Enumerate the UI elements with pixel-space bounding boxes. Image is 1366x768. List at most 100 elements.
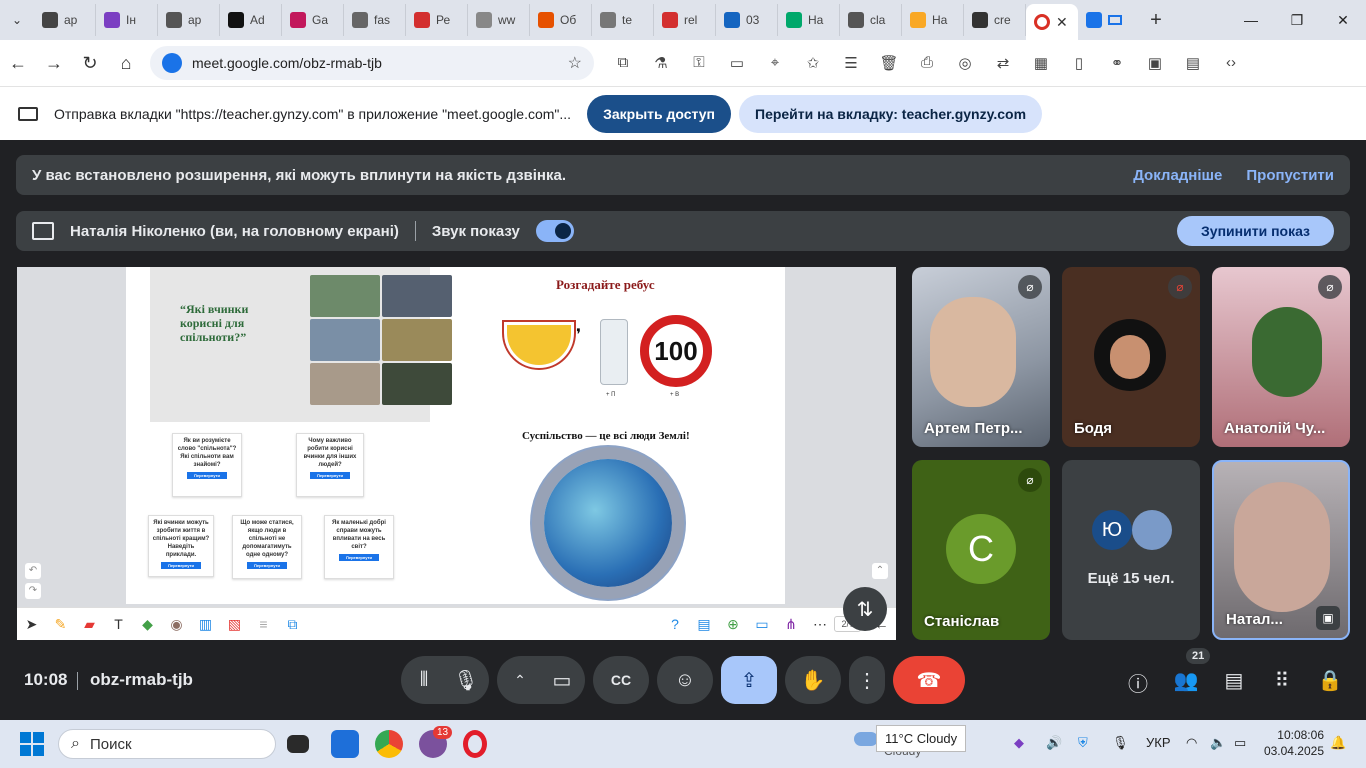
trash-icon[interactable]: 🗑 (870, 54, 908, 72)
participant-tile[interactable]: ⌀ Бодя (1062, 267, 1200, 447)
camera-options-button[interactable]: ⌃ (497, 656, 543, 704)
stop-presenting-button[interactable]: Зупинити показ (1177, 216, 1334, 246)
stamp-tool-icon[interactable]: ◉ (162, 616, 191, 633)
copilot-icon[interactable]: ◆ (1014, 735, 1024, 751)
shapes-tool-icon[interactable]: ◆ (133, 616, 162, 633)
add-page-icon[interactable]: ⊕ (718, 616, 747, 633)
maximize-button[interactable]: ❐ (1274, 0, 1320, 40)
leave-call-button[interactable]: ☎ (893, 656, 965, 704)
text-tool-icon[interactable]: T (104, 616, 133, 632)
browser-tab[interactable]: Ре (406, 4, 468, 36)
participant-tile[interactable]: ⌀ Артем Петр... (912, 267, 1050, 447)
share-icon[interactable]: ⋔ (776, 616, 805, 633)
tab-search-dropdown[interactable]: ⌄ (0, 0, 34, 40)
meeting-info-icon[interactable]: ⓘ (1124, 668, 1152, 697)
redo-icon[interactable]: ↷ (25, 583, 41, 599)
flip-button[interactable]: Перевернути (187, 472, 227, 479)
speaker-icon[interactable]: 🔈 (1210, 735, 1226, 751)
browser-tab[interactable]: Об (530, 4, 592, 36)
browser-tab[interactable]: На (778, 4, 840, 36)
location-icon[interactable]: ⌖ (756, 54, 794, 72)
stop-access-button[interactable]: Закрыть доступ (587, 94, 731, 133)
audio-levels-button[interactable]: ⦀ (401, 656, 447, 704)
screen-icon[interactable]: ⧉ (278, 616, 307, 633)
more-options-button[interactable]: ⋮ (849, 656, 885, 704)
browser-tab[interactable]: fas (344, 4, 406, 36)
browser-tab[interactable]: Ad (220, 4, 282, 36)
library-icon[interactable]: ▤ (689, 616, 718, 633)
pointer-tool-icon[interactable]: ➤ (17, 616, 46, 633)
more-icon[interactable]: ⋯ (805, 616, 834, 633)
camera-button[interactable]: ▭ (539, 656, 585, 704)
favorites-icon[interactable]: ✩ (794, 54, 832, 72)
system-clock[interactable]: 10:08:06 03.04.2025 (1264, 727, 1324, 759)
browser-tab[interactable]: ww (468, 4, 530, 36)
present-screen-button[interactable]: ⇪ (721, 656, 777, 704)
browser-tab[interactable]: te (592, 4, 654, 36)
language-indicator[interactable]: УКР (1146, 735, 1171, 750)
flip-card[interactable]: Що може статися, якщо люди в спільноті н… (232, 515, 302, 579)
host-controls-icon[interactable]: 🔒 (1316, 668, 1344, 693)
start-button[interactable] (20, 732, 44, 756)
reactions-button[interactable]: ☺ (657, 656, 713, 704)
defender-icon[interactable]: ⛨ (1078, 735, 1088, 751)
translate-icon[interactable]: ⇄ (984, 54, 1022, 72)
close-tab-icon[interactable]: ✕ (1056, 14, 1068, 31)
activities-icon[interactable]: ⠿ (1268, 668, 1296, 693)
browser-tab[interactable]: На (902, 4, 964, 36)
store-icon[interactable] (331, 730, 359, 758)
browser-tab[interactable]: Ін (96, 4, 158, 36)
learn-more-link[interactable]: Докладніше (1133, 167, 1222, 184)
print-icon[interactable]: ⎙ (908, 54, 946, 72)
more-participants-tile[interactable]: Ю Ещё 15 чел. (1062, 460, 1200, 640)
new-tab-button[interactable]: + (1138, 9, 1174, 32)
home-button[interactable]: ⌂ (108, 53, 144, 74)
swap-layout-button[interactable]: ⇅ (843, 587, 887, 631)
folder-icon[interactable]: ▭ (747, 616, 776, 633)
flip-button[interactable]: Перевернути (339, 554, 379, 561)
reload-button[interactable]: ↻ (72, 53, 108, 74)
bookmark-star-icon[interactable]: ☆ (568, 53, 582, 73)
key-icon[interactable]: ⚿ (680, 54, 718, 72)
undo-icon[interactable]: ↶ (25, 563, 41, 579)
tab-gynzy[interactable] (1078, 4, 1138, 36)
share-audio-toggle[interactable] (535, 220, 574, 242)
tools-icon[interactable]: ▥ (191, 616, 220, 633)
skip-link[interactable]: Пропустити (1246, 167, 1334, 184)
help-icon[interactable]: ? (660, 616, 689, 632)
flip-card[interactable]: Як маленькі добрі справи можуть впливати… (324, 515, 394, 579)
site-info-icon[interactable] (162, 53, 182, 73)
chat-icon[interactable]: ▤ (1220, 668, 1248, 693)
card-icon[interactable]: ▭ (718, 54, 756, 72)
raise-hand-button[interactable]: ✋ (785, 656, 841, 704)
microphone-icon[interactable]: 🎙 (1112, 735, 1129, 751)
flip-card[interactable]: Чому важливо робити корисні вчинки для і… (296, 433, 364, 497)
participant-tile[interactable]: С ⌀ Станіслав (912, 460, 1050, 640)
address-bar[interactable]: meet.google.com/obz-rmab-tjb ☆ (150, 46, 594, 80)
flip-card[interactable]: Які вчинки можуть зробити життя в спільн… (148, 515, 214, 577)
self-participant-tile[interactable]: Натал... ▣ (1212, 460, 1350, 640)
reading-list-icon[interactable]: ☰ (832, 54, 870, 72)
browser-tab[interactable]: cre (964, 4, 1026, 36)
close-window-button[interactable]: ✕ (1320, 0, 1366, 40)
extension-puzzle-icon[interactable]: ⧉ (604, 54, 642, 72)
scroll-up-icon[interactable]: ⌃ (872, 563, 888, 579)
notifications-bell-icon[interactable]: 🔔 (1330, 735, 1346, 751)
browser-tab[interactable]: rel (654, 4, 716, 36)
flip-card[interactable]: Як ви розумієте слово "спільнота"? Які с… (172, 433, 242, 497)
tab-active-meet[interactable]: ✕ (1026, 4, 1078, 40)
goto-tab-button[interactable]: Перейти на вкладку: teacher.gynzy.com (739, 94, 1043, 133)
opera-icon[interactable] (463, 730, 487, 758)
forward-button[interactable]: → (36, 53, 72, 74)
back-button[interactable]: ← (0, 53, 36, 74)
eraser-tool-icon[interactable]: ▰ (75, 616, 104, 633)
lab-icon[interactable]: ⚗ (642, 54, 680, 72)
flip-button[interactable]: Перевернути (161, 562, 201, 569)
browser-tab[interactable]: 03 (716, 4, 778, 36)
reader-icon[interactable]: ▯ (1060, 54, 1098, 72)
devices-icon[interactable]: ▣ (1136, 54, 1174, 72)
cast-icon[interactable]: ▤ (1174, 54, 1212, 72)
picture-in-picture-icon[interactable]: ▣ (1316, 606, 1340, 630)
devtools-icon[interactable]: ‹› (1212, 54, 1250, 72)
qr-icon[interactable]: ▦ (1022, 54, 1060, 72)
